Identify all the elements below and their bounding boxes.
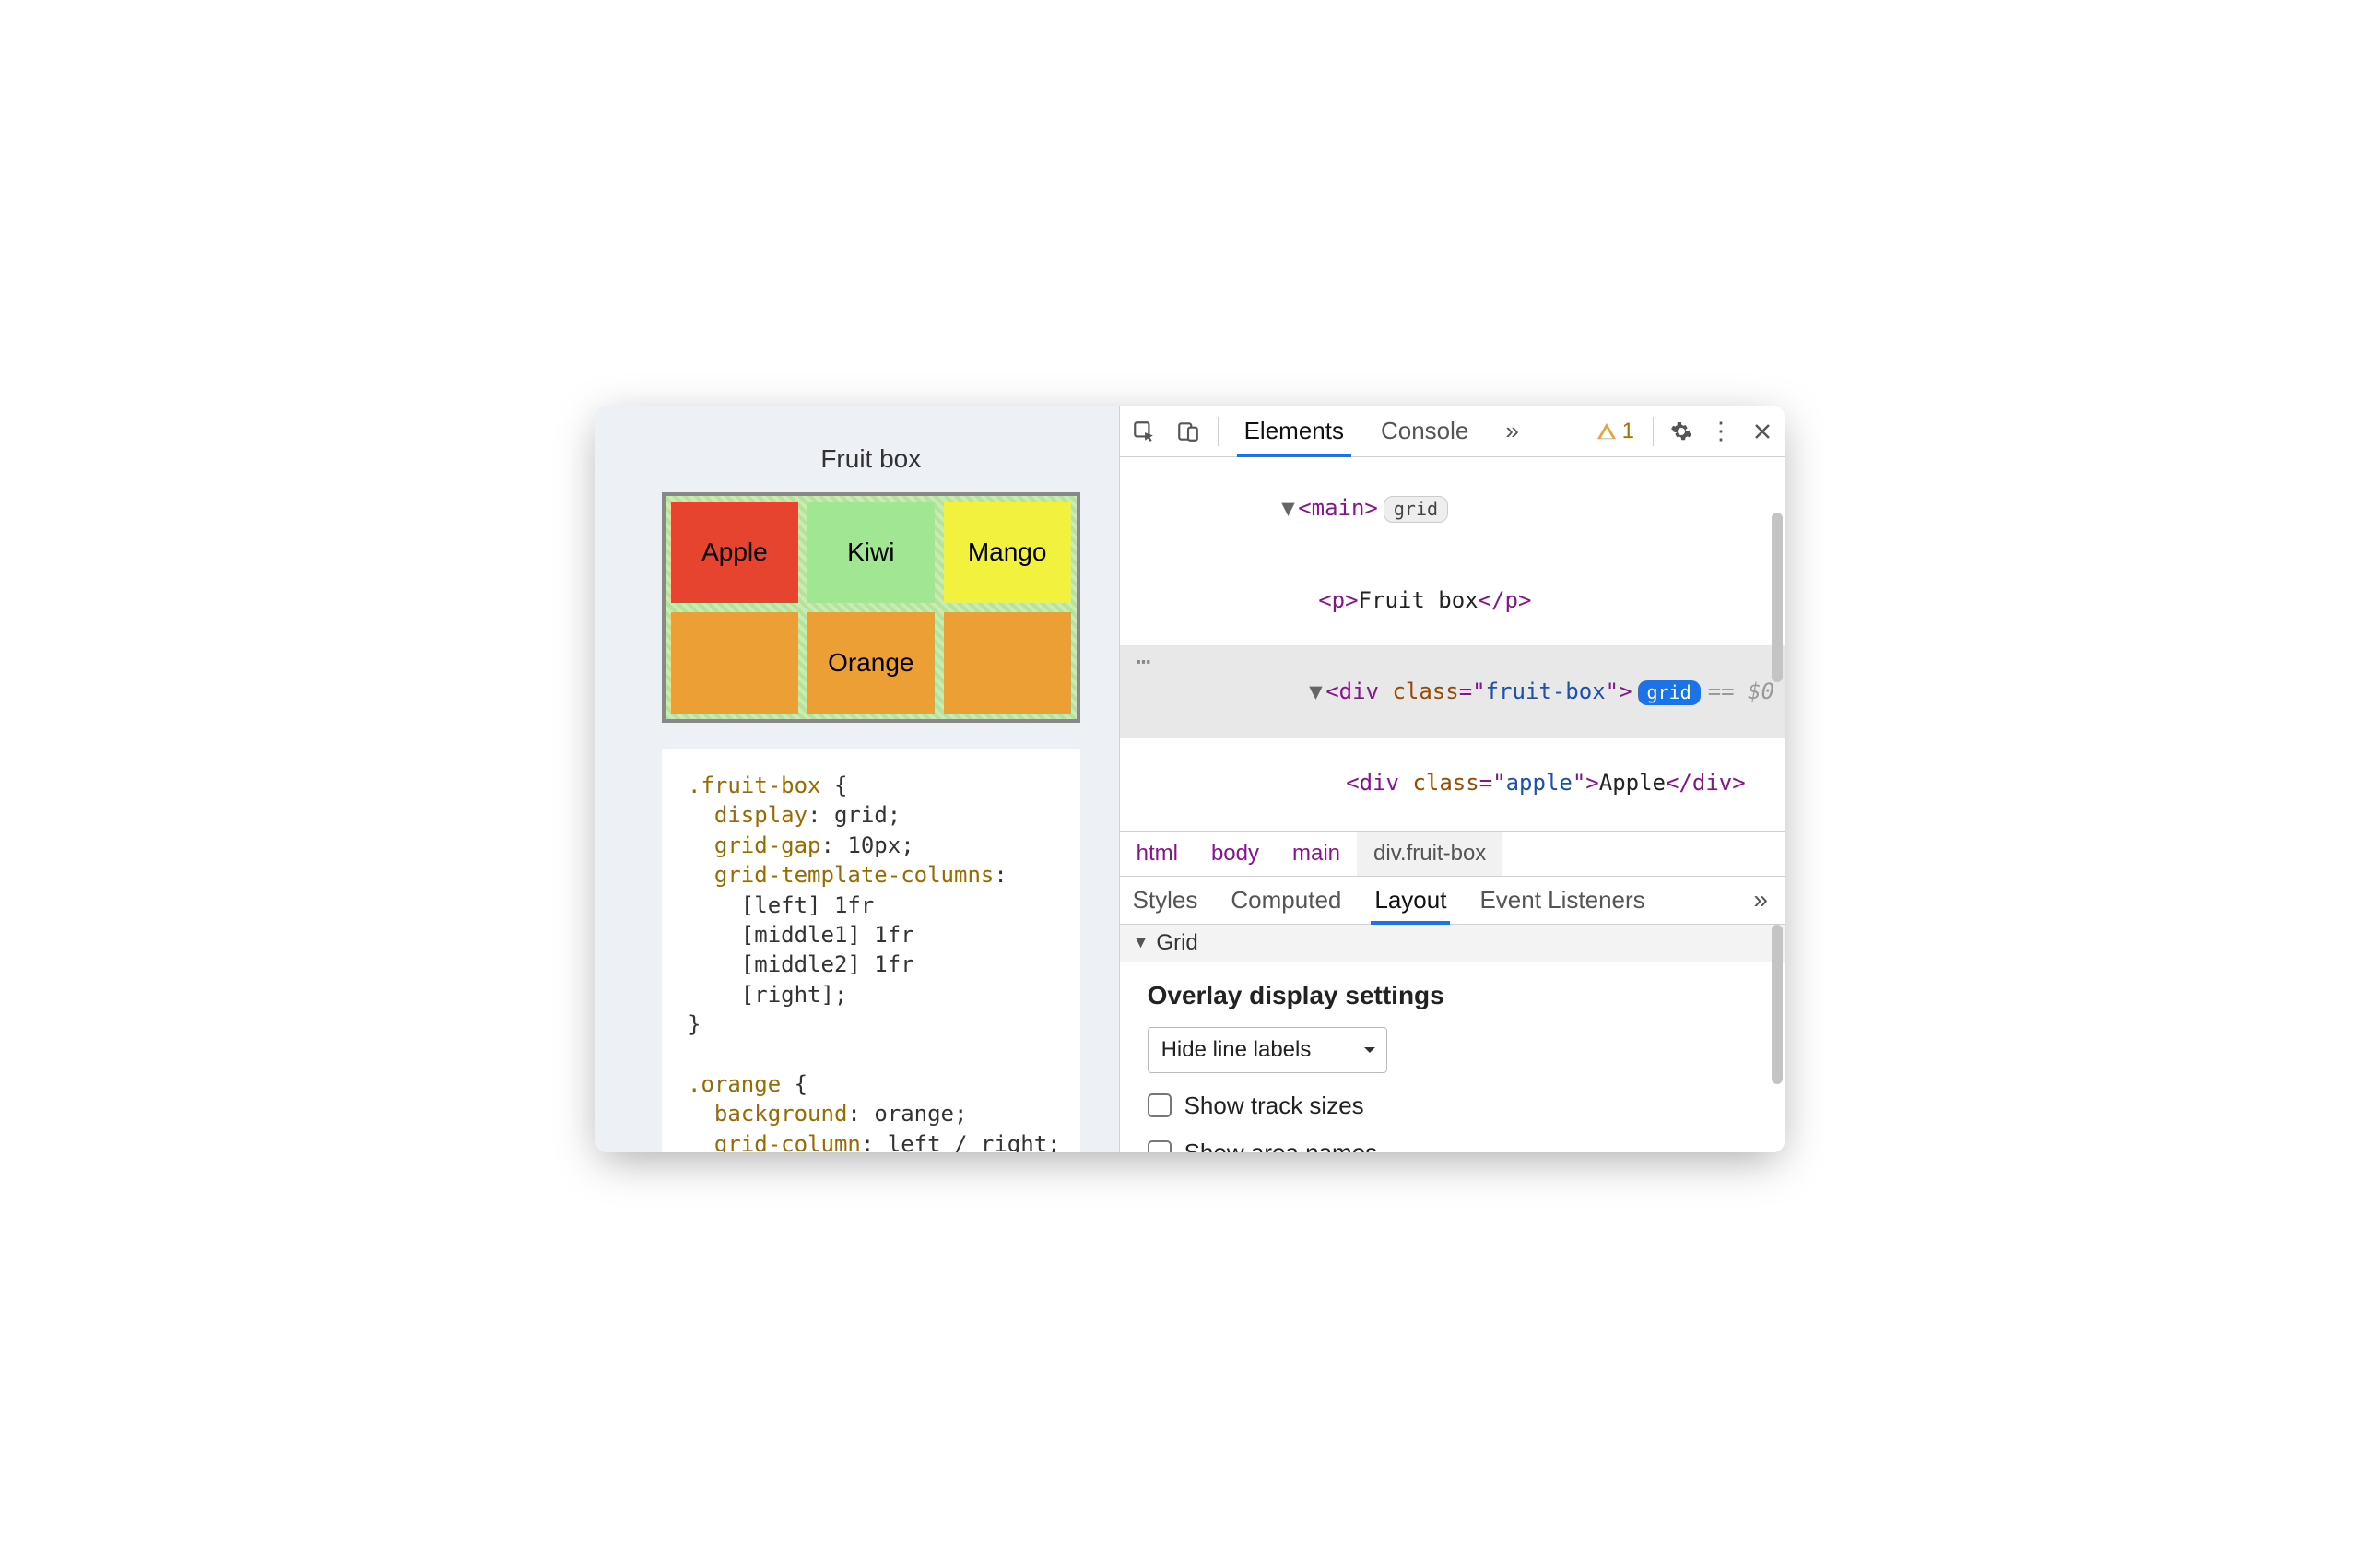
cell-orange-2: Orange <box>807 612 935 714</box>
cell-orange-1 <box>671 612 798 714</box>
breadcrumb: html body main div.fruit-box <box>1120 831 1785 877</box>
dom-node-p[interactable]: <p>Fruit box</p> <box>1120 554 1785 645</box>
layout-panel: ▼ Grid Overlay display settings Hide lin… <box>1120 925 1785 1152</box>
line-labels-select[interactable]: Hide line labels <box>1148 1027 1387 1073</box>
cell-apple: Apple <box>671 502 798 603</box>
selected-node-indicator: == $0 <box>1708 679 1774 704</box>
grid-badge-active[interactable]: grid <box>1638 680 1701 705</box>
subtab-layout[interactable]: Layout <box>1371 877 1450 924</box>
dom-tree[interactable]: ▼<main>grid <p>Fruit box</p> ▼<div class… <box>1120 457 1785 831</box>
cell-kiwi: Kiwi <box>807 502 935 603</box>
subtab-computed[interactable]: Computed <box>1227 877 1345 924</box>
toolbar-divider <box>1653 417 1654 446</box>
grid-badge[interactable]: grid <box>1384 496 1448 523</box>
subtab-overflow[interactable]: » <box>1753 885 1768 915</box>
crumb-html[interactable]: html <box>1120 832 1195 876</box>
kebab-menu-icon[interactable]: ⋮ <box>1703 417 1740 445</box>
checkbox-area-names[interactable] <box>1148 1140 1172 1152</box>
crumb-main[interactable]: main <box>1276 832 1357 876</box>
scrollbar[interactable] <box>1772 513 1783 821</box>
tab-overflow[interactable]: » <box>1489 406 1535 456</box>
toolbar-divider <box>1218 417 1219 446</box>
css-selector: .orange <box>688 1071 781 1097</box>
inspect-icon[interactable] <box>1124 411 1164 452</box>
dom-node-apple[interactable]: <div class="apple">Apple</div> <box>1120 738 1785 829</box>
close-icon[interactable] <box>1744 420 1781 443</box>
chevron-down-icon: ▼ <box>1133 933 1149 952</box>
crumb-body[interactable]: body <box>1195 832 1276 876</box>
css-snippet: .fruit-box { display: grid; grid-gap: 10… <box>662 749 1080 1152</box>
subtab-events[interactable]: Event Listeners <box>1476 877 1648 924</box>
fruit-grid: Apple Kiwi Mango Orange <box>671 502 1071 714</box>
dom-node-fruitbox[interactable]: ▼<div class="fruit-box">grid== $0 <box>1120 645 1785 737</box>
device-toggle-icon[interactable] <box>1168 411 1208 452</box>
label-track-sizes: Show track sizes <box>1184 1092 1364 1120</box>
grid-section-header[interactable]: ▼ Grid <box>1120 925 1785 962</box>
devtools-window: Fruit box Apple Kiwi Mango Orange .fruit… <box>595 406 1785 1152</box>
overlay-settings-title: Overlay display settings <box>1148 981 1757 1010</box>
crumb-fruitbox[interactable]: div.fruit-box <box>1357 832 1502 876</box>
subtab-styles[interactable]: Styles <box>1129 877 1202 924</box>
gear-icon[interactable] <box>1663 420 1700 443</box>
grid-section-title: Grid <box>1156 930 1197 956</box>
warning-badge[interactable]: 1 <box>1587 419 1644 444</box>
page-title: Fruit box <box>662 444 1080 474</box>
cell-orange-3 <box>944 612 1071 714</box>
tab-elements[interactable]: Elements <box>1228 406 1361 456</box>
scrollbar[interactable] <box>1772 925 1783 1152</box>
warning-count: 1 <box>1622 419 1634 444</box>
fruit-box-container: Apple Kiwi Mango Orange <box>662 492 1080 723</box>
label-area-names: Show area names <box>1184 1139 1378 1152</box>
devtools-toolbar: Elements Console » 1 ⋮ <box>1120 406 1785 457</box>
styles-subtabs: Styles Computed Layout Event Listeners » <box>1120 877 1785 925</box>
devtools-pane: Elements Console » 1 ⋮ ▼<main>grid <p> <box>1119 406 1785 1152</box>
css-selector: .fruit-box <box>688 773 821 798</box>
cell-mango: Mango <box>944 502 1071 603</box>
dom-node-main[interactable]: ▼<main>grid <box>1120 463 1785 554</box>
tab-console[interactable]: Console <box>1364 406 1485 456</box>
line-labels-select-value: Hide line labels <box>1161 1037 1312 1062</box>
page-preview-pane: Fruit box Apple Kiwi Mango Orange .fruit… <box>595 406 1119 1152</box>
checkbox-track-sizes[interactable] <box>1148 1093 1172 1117</box>
